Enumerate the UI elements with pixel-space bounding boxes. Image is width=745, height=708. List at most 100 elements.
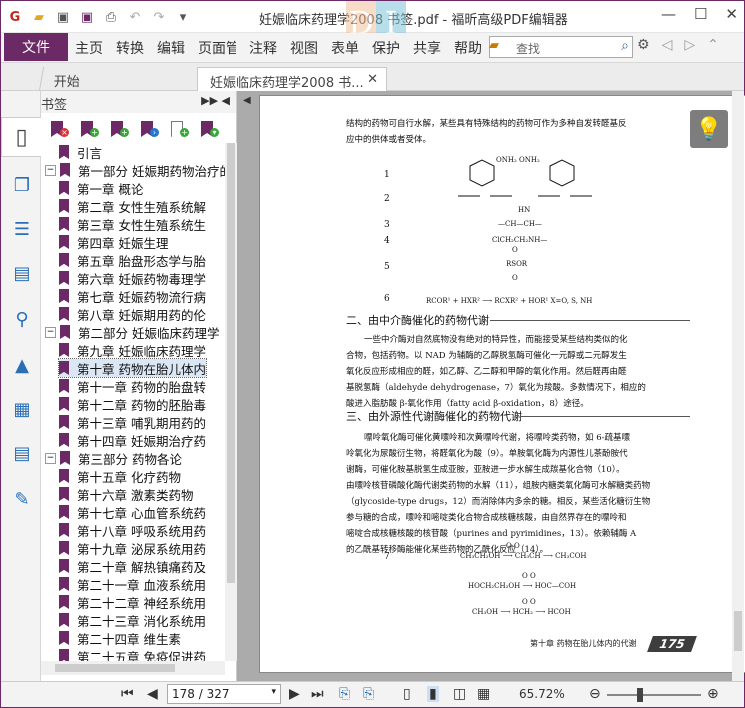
lightbulb-tip-icon[interactable]: 💡	[690, 110, 728, 148]
continuous-facing-view-icon[interactable]: ▦	[477, 686, 490, 702]
minimize-icon[interactable]: —	[661, 5, 676, 23]
add-bookmark-icon[interactable]: +	[81, 121, 99, 137]
bookmark-item[interactable]: 第十一章 药物的胎盘转	[59, 377, 206, 395]
zoom-in-icon[interactable]: ⊕	[707, 686, 719, 702]
signature-panel-icon[interactable]: ▦	[10, 397, 34, 421]
bookmark-item[interactable]: 第二十五章 免疫促进药	[59, 647, 206, 661]
bookmark-item[interactable]: 引言	[59, 143, 102, 161]
menu-help[interactable]: 帮助	[454, 38, 482, 58]
bookmark-item[interactable]: 第二十章 解热镇痛药及	[59, 557, 206, 575]
content-panel-icon[interactable]: ▤	[10, 441, 34, 465]
bookmark-item[interactable]: 第二十四章 维生素	[59, 629, 181, 647]
next-view-icon[interactable]: ▷	[684, 37, 695, 53]
bookmark-item[interactable]: 第二十一章 血液系统用	[59, 575, 206, 593]
save-icon[interactable]: ▣	[53, 7, 73, 27]
single-page-view-icon[interactable]: ▯	[403, 686, 411, 702]
close-tab-icon[interactable]: ✕	[367, 72, 378, 87]
menu-view[interactable]: 视图	[290, 38, 318, 58]
bookmark-item[interactable]: 第八章 妊娠期用药的伦	[59, 305, 206, 323]
bookmark-item[interactable]: 第三章 女性生殖系统生	[59, 215, 206, 233]
last-page-icon[interactable]: ⏭	[311, 686, 324, 702]
settings-gear-icon[interactable]: ⚙	[637, 37, 650, 53]
document-scrollbar[interactable]	[732, 91, 744, 681]
attachments-icon[interactable]: ⚲	[10, 307, 34, 331]
bookmark-item[interactable]: 第四章 妊娠生理	[59, 233, 168, 251]
bookmark-panel-icon[interactable]: ▯	[1, 117, 41, 157]
comments-icon[interactable]: ▤	[10, 261, 34, 285]
go-back-icon[interactable]: ⎘	[339, 686, 350, 702]
menu-comment[interactable]: 注释	[249, 38, 277, 58]
app-logo-icon[interactable]: G	[5, 7, 25, 27]
redo-icon[interactable]: ↷	[149, 7, 169, 27]
document-scroll-thumb[interactable]	[734, 611, 742, 651]
bookmark-vertical-scrollbar[interactable]	[225, 143, 237, 661]
pdf-page[interactable]: 结构的药物可自行水解，某些具有特殊结构的药物可作为多种自发转醛基反 应中的供体或…	[259, 95, 745, 673]
bookmark-item[interactable]: 第十三章 哺乳期用药的	[59, 413, 206, 431]
vertical-scroll-thumb[interactable]	[227, 143, 235, 583]
bookmark-item[interactable]: 第十八章 呼吸系统用药	[59, 521, 206, 539]
menu-share[interactable]: 共享	[413, 38, 441, 58]
expand-bookmark-icon[interactable]: ▾	[201, 121, 219, 137]
browse-icon[interactable]: ▰	[489, 38, 499, 53]
bookmark-item[interactable]: 第十二章 药物的胚胎毒	[59, 395, 206, 413]
bookmark-item[interactable]: 第十四章 妊娠期治疗药	[59, 431, 206, 449]
open-folder-icon[interactable]: ▰	[29, 7, 49, 27]
delete-bookmark-icon[interactable]: ×	[51, 121, 69, 137]
page-dropdown-icon[interactable]: ▾	[271, 687, 276, 697]
bookmark-item[interactable]: − 第三部分 药物各论	[45, 449, 182, 467]
bookmark-horizontal-scrollbar[interactable]	[41, 661, 225, 675]
add-child-bookmark-icon[interactable]: +	[111, 121, 129, 137]
menu-page-management[interactable]: 页面管理	[198, 38, 236, 58]
bookmark-item[interactable]: 第十七章 心血管系统药	[59, 503, 206, 521]
promote-bookmark-icon[interactable]: ›	[141, 121, 159, 137]
bookmark-item[interactable]: 第十五章 化疗药物	[59, 467, 181, 485]
menu-edit[interactable]: 编辑	[157, 38, 185, 58]
menu-home[interactable]: 主页	[75, 38, 103, 58]
collapse-toggle-icon[interactable]: −	[45, 326, 56, 338]
bookmark-item[interactable]: 第十九章 泌尿系统用药	[59, 539, 206, 557]
bookmark-item[interactable]: 第二十二章 神经系统用	[59, 593, 206, 611]
prev-page-icon[interactable]: ◀	[147, 686, 158, 702]
tab-document[interactable]: 妊娠临床药理学2008 书... ✕	[197, 67, 387, 91]
prev-view-icon[interactable]: ◁	[662, 37, 673, 53]
page-number-input[interactable]: 178 / 327 ▾	[167, 684, 281, 704]
customize-qat-icon[interactable]: ▾	[173, 7, 193, 27]
continuous-view-icon[interactable]: ▮	[427, 686, 439, 702]
search-icon[interactable]: ⌕	[621, 38, 629, 54]
menu-form[interactable]: 表单	[331, 38, 359, 58]
panel-collapse-icon[interactable]: ▶▶ ◀	[201, 94, 230, 107]
zoom-slider-knob[interactable]	[637, 688, 643, 702]
save-as-icon[interactable]: ▣	[77, 7, 97, 27]
collapse-toggle-icon[interactable]: −	[45, 452, 56, 464]
print-icon[interactable]: ⎙	[101, 7, 121, 27]
bookmark-item[interactable]: 第九章 妊娠临床药理学	[59, 341, 206, 359]
bookmark-item[interactable]: 第十章 药物在胎儿体内	[58, 358, 207, 378]
bookmark-item[interactable]: 第二十三章 消化系统用	[59, 611, 206, 629]
go-forward-icon[interactable]: ⎘	[363, 686, 374, 702]
maximize-icon[interactable]: ☐	[694, 5, 707, 23]
next-page-icon[interactable]: ▶	[289, 686, 300, 702]
security-lock-icon[interactable]: ▲	[10, 353, 34, 377]
zoom-out-icon[interactable]: ⊖	[589, 686, 601, 702]
tab-start[interactable]: 开始	[38, 67, 194, 91]
zoom-slider[interactable]	[607, 688, 701, 702]
bookmark-item[interactable]: 第二章 女性生殖系统解	[59, 197, 206, 215]
document-view[interactable]: ◀ 结构的药物可自行水解，某些具有特殊结构的药物可作为多种自发转醛基反 应中的供…	[237, 91, 745, 681]
bookmark-item[interactable]: 第六章 妊娠药物毒理学	[59, 269, 206, 287]
layers-icon[interactable]: ☰	[10, 217, 34, 241]
bookmark-item[interactable]: 第五章 胎盘形态学与胎	[59, 251, 206, 269]
new-bookmark-page-icon[interactable]: +	[171, 121, 189, 137]
facing-view-icon[interactable]: ◫	[453, 686, 466, 702]
bookmark-item[interactable]: 第一章 概论	[59, 179, 143, 197]
collapse-panel-icon[interactable]: ◀	[243, 95, 251, 106]
search-box[interactable]: ▰ 查找 ⌕	[489, 36, 633, 58]
menu-protect[interactable]: 保护	[372, 38, 400, 58]
file-menu-button[interactable]: 文件	[4, 33, 68, 61]
horizontal-scroll-thumb[interactable]	[55, 664, 175, 672]
bookmark-item[interactable]: − 第二部分 妊娠临床药理学	[45, 323, 219, 341]
collapse-ribbon-icon[interactable]: ⌃	[707, 37, 719, 53]
bookmark-item[interactable]: − 第一部分 妊娠期药物治疗的	[45, 161, 225, 179]
bookmark-item[interactable]: 第十六章 激素类药物	[59, 485, 193, 503]
menu-convert[interactable]: 转换	[116, 38, 144, 58]
close-icon[interactable]: ✕	[725, 5, 738, 23]
